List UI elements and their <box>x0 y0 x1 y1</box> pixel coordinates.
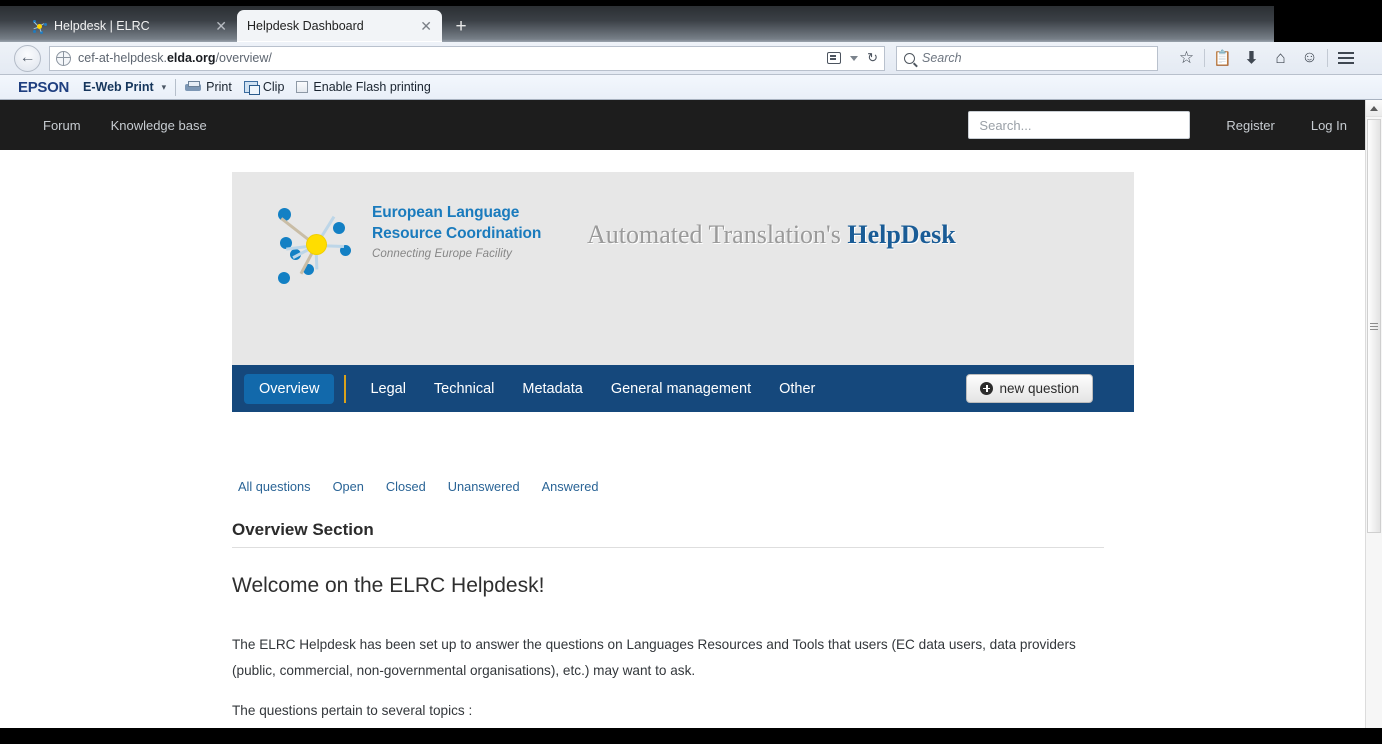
elrc-favicon-icon <box>32 19 47 34</box>
section-divider <box>232 547 1104 548</box>
login-link[interactable]: Log In <box>1311 118 1347 133</box>
tab-label: Helpdesk | ELRC <box>54 19 150 33</box>
epson-flash-checkbox-group[interactable]: Enable Flash printing <box>296 80 431 94</box>
downloads-icon[interactable]: ⬇ <box>1237 45 1266 71</box>
filter-closed[interactable]: Closed <box>386 479 426 494</box>
toolbar-divider <box>1204 49 1205 67</box>
filter-unanswered[interactable]: Unanswered <box>448 479 520 494</box>
plus-circle-icon <box>980 382 994 395</box>
topics-lead-paragraph: The questions pertain to several topics … <box>232 703 473 718</box>
tab-label: Helpdesk Dashboard <box>247 19 364 33</box>
epson-dropdown-icon[interactable]: ▾ <box>162 82 167 93</box>
tab-metadata[interactable]: Metadata <box>508 381 596 397</box>
logo-center-node <box>307 235 326 254</box>
scroll-up-arrow-icon[interactable] <box>1366 100 1382 117</box>
logo-line-1: European Language <box>372 204 520 221</box>
tab-close-icon[interactable]: ✕ <box>414 19 432 33</box>
sync-smiley-icon[interactable]: ☺ <box>1295 45 1324 71</box>
toolbar-divider <box>1327 49 1328 67</box>
logo-line-3: Connecting Europe Facility <box>372 248 513 260</box>
browser-toolbar: ← cef-at-helpdesk.elda.org/overview/ ↻ S… <box>0 42 1382 75</box>
epson-logo: EPSON <box>18 78 70 96</box>
section-title: Overview Section <box>232 520 374 539</box>
main-navigation: Overview Legal Technical Metadata Genera… <box>232 365 1134 412</box>
epson-print-button[interactable]: Print <box>185 80 232 94</box>
tab-close-icon[interactable]: ✕ <box>209 19 227 33</box>
reader-mode-icon[interactable] <box>827 52 842 64</box>
browser-search-placeholder: Search <box>922 51 962 65</box>
welcome-heading: Welcome on the ELRC Helpdesk! <box>232 574 545 597</box>
title-bar: Helpdesk | ELRC ✕ Helpdesk Dashboard ✕ + <box>0 0 1382 42</box>
site-search-input[interactable]: Search... <box>968 111 1191 139</box>
page-title-part1: Automated Translation's <box>587 220 848 249</box>
register-link[interactable]: Register <box>1226 118 1274 133</box>
tab-strip: Helpdesk | ELRC ✕ Helpdesk Dashboard ✕ + <box>0 6 1274 42</box>
scrollbar-thumb[interactable] <box>1367 119 1381 533</box>
nav-separator <box>344 374 347 403</box>
tab-helpdesk-dashboard[interactable]: Helpdesk Dashboard ✕ <box>237 10 442 42</box>
elrc-logo[interactable]: European Language Resource Coordination … <box>254 194 541 286</box>
bookmark-star-icon[interactable]: ☆ <box>1172 45 1201 71</box>
page-title-part2: HelpDesk <box>847 220 956 249</box>
window-controls-area <box>1274 0 1382 42</box>
epson-clip-button[interactable]: Clip <box>243 80 285 95</box>
question-filter-bar: All questions Open Closed Unanswered Ans… <box>238 479 598 494</box>
search-icon <box>904 52 915 64</box>
epson-product-label: E-Web Print <box>83 80 154 94</box>
chevron-down-icon[interactable] <box>850 55 859 61</box>
hamburger-menu-icon[interactable] <box>1331 45 1360 71</box>
url-bar[interactable]: cef-at-helpdesk.elda.org/overview/ ↻ <box>49 45 885 71</box>
tab-technical[interactable]: Technical <box>420 381 508 397</box>
main-content: Overview Section Welcome on the ELRC Hel… <box>232 520 1104 728</box>
tab-other[interactable]: Other <box>765 381 829 397</box>
site-header-panel: European Language Resource Coordination … <box>232 172 1134 412</box>
tab-general-management[interactable]: General management <box>597 381 765 397</box>
checkbox-icon[interactable] <box>296 81 309 93</box>
sidebar-item-forum[interactable]: Forum <box>43 118 81 133</box>
page-viewport: Forum Knowledge base Search... Register … <box>0 100 1382 728</box>
clip-icon <box>243 81 260 95</box>
back-button-icon[interactable]: ← <box>14 44 41 72</box>
tab-helpdesk-elrc[interactable]: Helpdesk | ELRC ✕ <box>22 10 237 42</box>
sidebar-item-knowledge-base[interactable]: Knowledge base <box>111 118 207 133</box>
toolbar-icon-group: ☆ 📋 ⬇ ⌂ ☺ <box>1172 45 1360 71</box>
filter-all-questions[interactable]: All questions <box>238 479 311 494</box>
site-top-bar: Forum Knowledge base Search... Register … <box>0 100 1365 150</box>
logo-line-2: Resource Coordination <box>372 225 542 242</box>
filter-answered[interactable]: Answered <box>542 479 599 494</box>
page-scrollbar[interactable] <box>1365 100 1382 728</box>
elrc-logo-graphic-icon <box>276 202 356 284</box>
tab-overview[interactable]: Overview <box>244 373 335 404</box>
new-tab-button[interactable]: + <box>450 17 472 37</box>
epson-clip-label: Clip <box>262 80 285 94</box>
intro-paragraph: The ELRC Helpdesk has been set up to ans… <box>232 637 1076 678</box>
home-icon[interactable]: ⌂ <box>1266 45 1295 71</box>
printer-icon <box>185 81 202 93</box>
library-icon[interactable]: 📋 <box>1208 45 1237 71</box>
epson-print-label: Print <box>206 80 232 94</box>
filter-open[interactable]: Open <box>333 479 364 494</box>
site-search-placeholder: Search... <box>979 117 1032 133</box>
site-globe-icon <box>56 50 71 66</box>
new-question-label: new question <box>999 381 1079 396</box>
browser-search-bar[interactable]: Search <box>896 45 1158 71</box>
tab-legal[interactable]: Legal <box>356 381 419 397</box>
epson-divider <box>175 78 177 96</box>
epson-flash-label: Enable Flash printing <box>313 80 431 94</box>
browser-window: Helpdesk | ELRC ✕ Helpdesk Dashboard ✕ +… <box>0 0 1382 744</box>
scrollbar-grip-icon <box>1370 321 1378 332</box>
epson-toolbar: EPSON E-Web Print ▾ Print Clip Enable Fl… <box>0 75 1382 100</box>
taskbar-edge <box>0 728 1382 744</box>
url-text: cef-at-helpdesk.elda.org/overview/ <box>78 51 272 65</box>
reload-icon[interactable]: ↻ <box>867 50 878 66</box>
new-question-button[interactable]: new question <box>966 374 1093 403</box>
page-title: Automated Translation's HelpDesk <box>587 220 956 250</box>
